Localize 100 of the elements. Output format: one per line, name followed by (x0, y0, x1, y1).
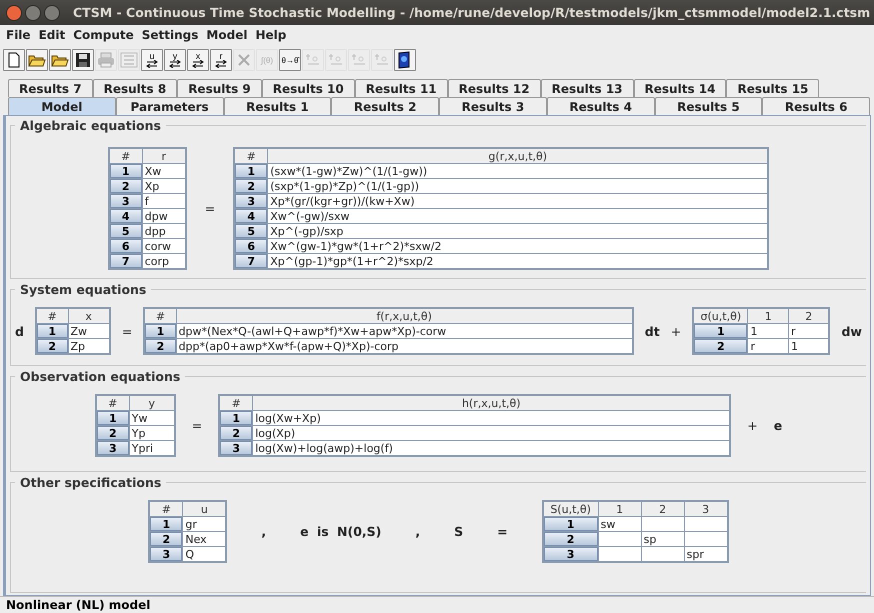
table-cell[interactable]: Xw^(gw-1)*gw*(1+r^2)*sxw/2 (268, 238, 768, 254)
menu-item[interactable]: Help (251, 28, 290, 42)
table-cell[interactable]: Xw (142, 164, 186, 178)
table-cell[interactable] (641, 546, 684, 562)
row-number-button[interactable]: 2 (36, 339, 68, 353)
table-cell[interactable]: Xp^(gp-1)*gp*(1+r^2)*sxp/2 (268, 254, 768, 269)
row-number-button[interactable]: 3 (220, 441, 252, 455)
toolbar-button[interactable] (49, 49, 71, 71)
tab[interactable]: Results 6 (762, 97, 870, 115)
table-cell[interactable]: log(Xw+Xp) (252, 410, 730, 426)
toolbar-button[interactable] (394, 49, 416, 71)
row-number-button[interactable]: 1 (96, 411, 129, 425)
table-cell[interactable]: corw (142, 238, 186, 254)
row-number-button[interactable]: 1 (220, 411, 252, 425)
row-number-button[interactable]: 2 (110, 179, 142, 193)
table-cell[interactable] (598, 532, 642, 546)
row-number-button[interactable]: 3 (150, 547, 182, 561)
tab[interactable]: Results 3 (439, 97, 547, 115)
table-cell[interactable]: dpp (142, 224, 186, 238)
table-cell[interactable]: r (788, 324, 830, 338)
tab[interactable]: Results 13 (540, 79, 634, 97)
tab[interactable]: Model (8, 97, 116, 115)
row-number-button[interactable]: 1 (694, 324, 748, 338)
row-number-button[interactable]: 2 (150, 532, 182, 546)
row-number-button[interactable]: 4 (110, 209, 142, 223)
row-number-button[interactable]: 1 (150, 517, 182, 531)
row-number-button[interactable]: 1 (235, 164, 268, 178)
row-number-button[interactable]: 3 (544, 547, 598, 561)
table-cell[interactable]: 1 (788, 338, 830, 354)
tab[interactable]: Results 10 (262, 79, 355, 97)
row-number-button[interactable]: 5 (110, 224, 142, 238)
row-number-button[interactable]: 3 (96, 441, 129, 455)
tab[interactable]: Results 2 (331, 97, 439, 115)
table-cell[interactable]: corp (142, 254, 186, 269)
tab[interactable]: Results 1 (224, 97, 332, 115)
row-number-button[interactable]: 1 (36, 324, 68, 338)
menu-item[interactable]: Compute (69, 28, 138, 42)
row-number-button[interactable]: 4 (235, 209, 268, 223)
row-number-button[interactable]: 1 (544, 517, 598, 531)
row-number-button[interactable]: 1 (145, 324, 176, 338)
table-cell[interactable]: Xp*(gr/(kgr+gr))/(kw+Xw) (268, 194, 768, 208)
close-button[interactable] (6, 4, 22, 20)
table-cell[interactable]: Nex (182, 532, 226, 546)
table-cell[interactable]: Xp (142, 178, 186, 194)
row-number-button[interactable]: 2 (220, 426, 252, 440)
table-cell[interactable]: log(Xw)+log(awp)+log(f) (252, 440, 730, 456)
row-number-button[interactable]: 2 (544, 532, 598, 546)
tab[interactable]: Results 4 (546, 97, 654, 115)
menu-item[interactable]: File (2, 28, 35, 42)
table-cell[interactable]: sp (641, 532, 684, 546)
table-cell[interactable]: spr (684, 546, 728, 562)
menu-item[interactable]: Settings (138, 28, 202, 42)
table-cell[interactable]: Zp (68, 338, 110, 354)
table-cell[interactable]: Ypri (129, 440, 175, 456)
toolbar-button[interactable] (72, 49, 94, 71)
table-cell[interactable]: dpp*(ap0+awp*Xw*f-(apw+Q)*Xp)-corp (176, 338, 633, 354)
table-cell[interactable]: (sxw*(1-gw)*Zw)^(1/(1-gw)) (268, 164, 768, 178)
toolbar-button[interactable]: u (141, 49, 163, 71)
table-cell[interactable]: Xw^(-gw)/sxw (268, 208, 768, 224)
tab[interactable]: Results 14 (634, 79, 726, 97)
tab[interactable]: Results 12 (448, 79, 541, 97)
tab[interactable]: Results 5 (654, 97, 762, 115)
table-cell[interactable]: Xp^(-gp)/sxp (268, 224, 768, 238)
row-number-button[interactable]: 2 (694, 339, 748, 353)
toolbar-button[interactable]: y (164, 49, 186, 71)
table-cell[interactable]: r (748, 338, 788, 354)
table-cell[interactable]: (sxp*(1-gp)*Zp)^(1/(1-gp)) (268, 178, 768, 194)
tab[interactable]: Results 9 (177, 79, 262, 97)
row-number-button[interactable]: 3 (235, 194, 268, 208)
table-cell[interactable] (598, 546, 642, 562)
row-number-button[interactable]: 7 (235, 254, 268, 268)
row-number-button[interactable]: 5 (235, 224, 268, 238)
menu-item[interactable]: Model (202, 28, 252, 42)
row-number-button[interactable]: 6 (110, 239, 142, 253)
row-number-button[interactable]: 1 (110, 164, 142, 178)
table-cell[interactable]: dpw*(Nex*Q-(awl+Q+awp*f)*Xw+apw*Xp)-corw (176, 324, 633, 338)
table-cell[interactable]: log(Xp) (252, 426, 730, 440)
table-cell[interactable]: sw (598, 516, 642, 532)
toolbar-button[interactable] (3, 49, 25, 71)
minimize-button[interactable] (25, 4, 41, 20)
maximize-button[interactable] (44, 4, 60, 20)
toolbar-button[interactable]: x (187, 49, 209, 71)
tab[interactable]: Results 8 (92, 79, 178, 97)
table-cell[interactable]: Q (182, 546, 226, 562)
tab[interactable]: Results 11 (354, 79, 448, 97)
tab[interactable]: Results 15 (726, 79, 820, 97)
table-cell[interactable] (684, 516, 728, 532)
table-cell[interactable]: 1 (748, 324, 788, 338)
row-number-button[interactable]: 3 (110, 194, 142, 208)
row-number-button[interactable]: 7 (110, 254, 142, 268)
tab[interactable]: Parameters (116, 97, 224, 115)
table-cell[interactable]: Zw (68, 324, 110, 338)
table-cell[interactable]: f (142, 194, 186, 208)
row-number-button[interactable]: 6 (235, 239, 268, 253)
menu-item[interactable]: Edit (34, 28, 70, 42)
table-cell[interactable] (641, 516, 684, 532)
table-cell[interactable]: gr (182, 516, 226, 532)
table-cell[interactable]: Yw (129, 410, 175, 426)
toolbar-button[interactable]: r (210, 49, 232, 71)
toolbar-button[interactable]: θ→θ̂ (279, 49, 301, 71)
